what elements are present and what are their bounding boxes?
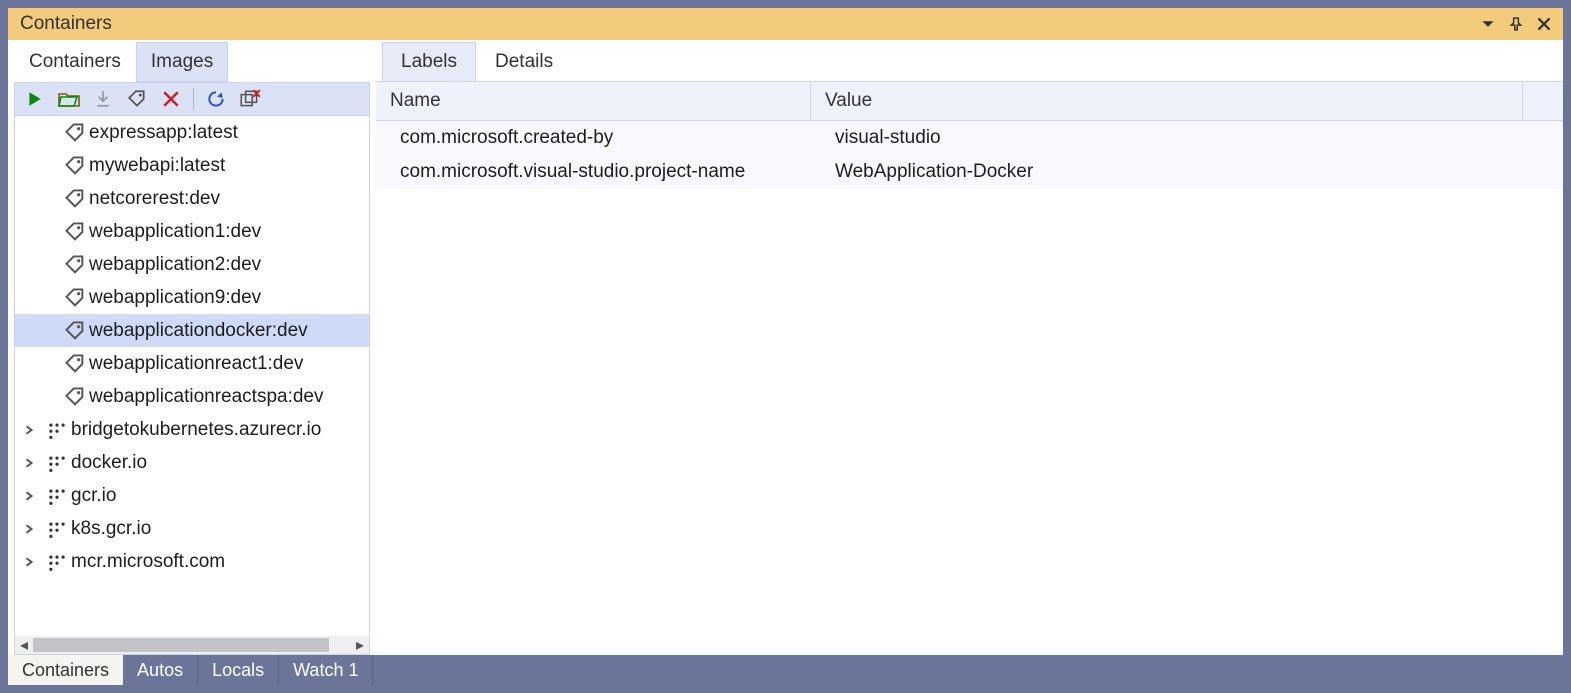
bottom-tab-strip: ContainersAutosLocalsWatch 1: [8, 655, 1563, 685]
tag-icon: [61, 221, 89, 243]
bottom-tab-locals[interactable]: Locals: [198, 655, 279, 685]
item-label: webapplicationdocker:dev: [89, 320, 308, 342]
image-item[interactable]: mywebapi:latest: [15, 149, 369, 182]
registry-icon: [43, 452, 71, 474]
tab-images[interactable]: Images: [136, 42, 228, 82]
item-label: gcr.io: [71, 485, 116, 507]
bottom-tab-containers[interactable]: Containers: [8, 655, 123, 685]
delete-icon[interactable]: [159, 87, 183, 111]
bottom-tab-watch-1[interactable]: Watch 1: [279, 655, 373, 685]
registry-icon: [43, 518, 71, 540]
expand-icon[interactable]: [15, 524, 43, 534]
tag-icon: [61, 287, 89, 309]
labels-grid: Name Value com.microsoft.created-byvisua…: [376, 81, 1563, 655]
grid-row[interactable]: com.microsoft.visual-studio.project-name…: [376, 155, 1563, 189]
label-name: com.microsoft.created-by: [376, 121, 811, 155]
expand-icon[interactable]: [15, 557, 43, 567]
grid-header: Name Value: [376, 82, 1563, 121]
tag-icon: [61, 320, 89, 342]
expand-icon[interactable]: [15, 458, 43, 468]
close-icon[interactable]: [1533, 13, 1555, 35]
left-tab-strip: Containers Images: [14, 40, 370, 82]
item-label: webapplication1:dev: [89, 221, 261, 243]
image-item[interactable]: webapplicationdocker:dev: [15, 314, 369, 347]
tag-icon: [61, 188, 89, 210]
left-panel: Containers Images: [8, 40, 376, 655]
horizontal-scrollbar[interactable]: ◂ ▸: [15, 636, 369, 654]
item-label: expressapp:latest: [89, 122, 238, 144]
tag-icon: [61, 386, 89, 408]
registry-icon: [43, 551, 71, 573]
expand-icon[interactable]: [15, 425, 43, 435]
item-label: webapplication9:dev: [89, 287, 261, 309]
tag-icon: [61, 254, 89, 276]
registry-item[interactable]: k8s.gcr.io: [15, 512, 369, 545]
column-header-value[interactable]: Value: [811, 82, 1523, 120]
tab-labels[interactable]: Labels: [382, 42, 476, 82]
registry-item[interactable]: gcr.io: [15, 479, 369, 512]
image-item[interactable]: webapplicationreactspa:dev: [15, 380, 369, 413]
image-item[interactable]: webapplication2:dev: [15, 248, 369, 281]
column-header-spacer: [1523, 82, 1563, 120]
window-title: Containers: [20, 13, 1471, 35]
registry-item[interactable]: mcr.microsoft.com: [15, 545, 369, 578]
pin-icon[interactable]: [1505, 13, 1527, 35]
image-item[interactable]: netcorerest:dev: [15, 182, 369, 215]
image-item[interactable]: webapplication9:dev: [15, 281, 369, 314]
item-label: webapplication2:dev: [89, 254, 261, 276]
open-folder-icon[interactable]: [57, 87, 81, 111]
right-tab-strip: Labels Details: [376, 40, 1563, 82]
toolbar-separator: [193, 88, 194, 110]
pull-icon[interactable]: [91, 87, 115, 111]
item-label: webapplicationreactspa:dev: [89, 386, 324, 408]
play-icon[interactable]: [23, 87, 47, 111]
item-label: bridgetokubernetes.azurecr.io: [71, 419, 321, 441]
label-name: com.microsoft.visual-studio.project-name: [376, 155, 811, 189]
label-value: visual-studio: [811, 121, 1563, 155]
item-label: mywebapi:latest: [89, 155, 225, 177]
label-value: WebApplication-Docker: [811, 155, 1563, 189]
tab-containers[interactable]: Containers: [14, 42, 136, 82]
grid-row[interactable]: com.microsoft.created-byvisual-studio: [376, 121, 1563, 155]
registry-icon: [43, 485, 71, 507]
window-dropdown-icon[interactable]: [1477, 13, 1499, 35]
title-bar: Containers: [8, 8, 1563, 40]
tag-icon: [61, 353, 89, 375]
right-panel: Labels Details Name Value com.microsoft.…: [376, 40, 1563, 655]
item-label: k8s.gcr.io: [71, 518, 151, 540]
image-item[interactable]: expressapp:latest: [15, 116, 369, 149]
tag-icon[interactable]: [125, 87, 149, 111]
refresh-icon[interactable]: [204, 87, 228, 111]
tag-icon: [61, 155, 89, 177]
bottom-tab-autos[interactable]: Autos: [123, 655, 198, 685]
image-item[interactable]: webapplicationreact1:dev: [15, 347, 369, 380]
tab-details[interactable]: Details: [476, 42, 572, 82]
image-item[interactable]: webapplication1:dev: [15, 215, 369, 248]
registry-icon: [43, 419, 71, 441]
tag-icon: [61, 122, 89, 144]
registry-item[interactable]: bridgetokubernetes.azurecr.io: [15, 413, 369, 446]
item-label: docker.io: [71, 452, 147, 474]
column-header-name[interactable]: Name: [376, 82, 811, 120]
prune-icon[interactable]: [238, 87, 262, 111]
item-label: webapplicationreact1:dev: [89, 353, 303, 375]
item-label: mcr.microsoft.com: [71, 551, 225, 573]
item-label: netcorerest:dev: [89, 188, 220, 210]
expand-icon[interactable]: [15, 491, 43, 501]
image-tree: expressapp:latest mywebapi:latest netcorer…: [14, 116, 370, 655]
toolbar: [14, 82, 370, 116]
registry-item[interactable]: docker.io: [15, 446, 369, 479]
